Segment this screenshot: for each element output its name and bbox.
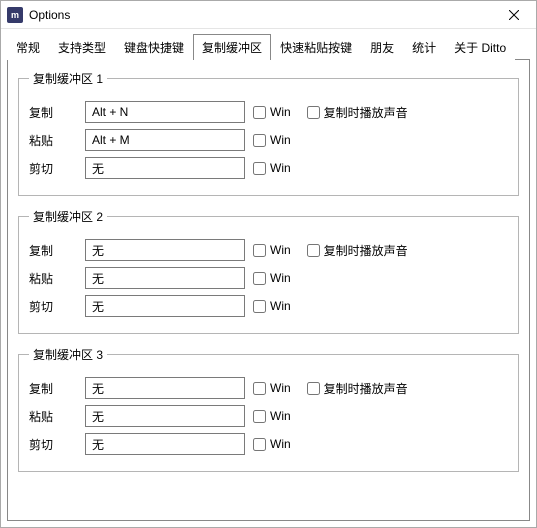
win-label: Win <box>270 381 291 395</box>
copy-buffer-group-1: 复制缓冲区 1 复制 Win 复制时播放声音粘贴 Win 剪切 Win <box>18 70 519 196</box>
paste-win-checkbox[interactable] <box>253 272 266 285</box>
copy-buffer-group-3: 复制缓冲区 3 复制 Win 复制时播放声音粘贴 Win 剪切 Win <box>18 346 519 472</box>
cut-win-checkbox[interactable] <box>253 300 266 313</box>
cut-win-checkbox[interactable] <box>253 162 266 175</box>
cut-label: 剪切 <box>29 298 77 315</box>
paste-win-checkbox-wrap[interactable]: Win <box>253 271 291 285</box>
row-paste: 粘贴 Win <box>29 405 508 427</box>
copy-hotkey-input[interactable] <box>85 377 245 399</box>
tab-7[interactable]: 关于 Ditto <box>445 34 515 60</box>
play-sound-label: 复制时播放声音 <box>324 380 408 397</box>
win-label: Win <box>270 133 291 147</box>
copy-win-checkbox-wrap[interactable]: Win <box>253 243 291 257</box>
tab-0[interactable]: 常规 <box>7 34 49 60</box>
paste-win-checkbox-wrap[interactable]: Win <box>253 409 291 423</box>
win-label: Win <box>270 409 291 423</box>
titlebar: m Options <box>1 1 536 29</box>
group-legend: 复制缓冲区 3 <box>29 346 107 363</box>
app-icon: m <box>7 7 23 23</box>
win-label: Win <box>270 271 291 285</box>
copy-buffer-group-2: 复制缓冲区 2 复制 Win 复制时播放声音粘贴 Win 剪切 Win <box>18 208 519 334</box>
row-cut: 剪切 Win <box>29 157 508 179</box>
win-label: Win <box>270 161 291 175</box>
tab-3[interactable]: 复制缓冲区 <box>193 34 271 60</box>
copy-hotkey-input[interactable] <box>85 239 245 261</box>
play-sound-checkbox[interactable] <box>307 382 320 395</box>
row-copy: 复制 Win 复制时播放声音 <box>29 377 508 399</box>
win-label: Win <box>270 437 291 451</box>
copy-label: 复制 <box>29 242 77 259</box>
play-sound-label: 复制时播放声音 <box>324 242 408 259</box>
copy-label: 复制 <box>29 380 77 397</box>
copy-label: 复制 <box>29 104 77 121</box>
close-icon <box>509 10 519 20</box>
play-sound-label: 复制时播放声音 <box>324 104 408 121</box>
cut-label: 剪切 <box>29 436 77 453</box>
row-paste: 粘贴 Win <box>29 267 508 289</box>
tab-1[interactable]: 支持类型 <box>49 34 115 60</box>
close-button[interactable] <box>498 5 530 25</box>
copy-hotkey-input[interactable] <box>85 101 245 123</box>
paste-hotkey-input[interactable] <box>85 129 245 151</box>
play-sound-checkbox-wrap[interactable]: 复制时播放声音 <box>307 104 408 121</box>
tab-5[interactable]: 朋友 <box>361 34 403 60</box>
cut-win-checkbox[interactable] <box>253 438 266 451</box>
play-sound-checkbox-wrap[interactable]: 复制时播放声音 <box>307 242 408 259</box>
win-label: Win <box>270 105 291 119</box>
copy-win-checkbox-wrap[interactable]: Win <box>253 381 291 395</box>
paste-win-checkbox-wrap[interactable]: Win <box>253 133 291 147</box>
window-title: Options <box>29 8 498 22</box>
tab-2[interactable]: 键盘快捷键 <box>115 34 193 60</box>
paste-win-checkbox[interactable] <box>253 410 266 423</box>
play-sound-checkbox[interactable] <box>307 106 320 119</box>
row-copy: 复制 Win 复制时播放声音 <box>29 239 508 261</box>
paste-label: 粘贴 <box>29 132 77 149</box>
paste-hotkey-input[interactable] <box>85 267 245 289</box>
cut-hotkey-input[interactable] <box>85 295 245 317</box>
paste-win-checkbox[interactable] <box>253 134 266 147</box>
paste-hotkey-input[interactable] <box>85 405 245 427</box>
tab-panel-copy-buffers: 复制缓冲区 1复制Win复制时播放声音粘贴Win剪切Win复制缓冲区 2复制Wi… <box>7 59 530 521</box>
win-label: Win <box>270 299 291 313</box>
row-copy: 复制 Win 复制时播放声音 <box>29 101 508 123</box>
copy-win-checkbox[interactable] <box>253 382 266 395</box>
cut-win-checkbox-wrap[interactable]: Win <box>253 299 291 313</box>
group-legend: 复制缓冲区 2 <box>29 208 107 225</box>
row-cut: 剪切 Win <box>29 295 508 317</box>
cut-hotkey-input[interactable] <box>85 433 245 455</box>
cut-hotkey-input[interactable] <box>85 157 245 179</box>
paste-label: 粘贴 <box>29 408 77 425</box>
paste-label: 粘贴 <box>29 270 77 287</box>
win-label: Win <box>270 243 291 257</box>
copy-win-checkbox[interactable] <box>253 106 266 119</box>
copy-win-checkbox-wrap[interactable]: Win <box>253 105 291 119</box>
cut-win-checkbox-wrap[interactable]: Win <box>253 437 291 451</box>
row-paste: 粘贴 Win <box>29 129 508 151</box>
play-sound-checkbox[interactable] <box>307 244 320 257</box>
tab-strip: 常规支持类型键盘快捷键复制缓冲区快速粘贴按键朋友统计关于 Ditto <box>1 29 536 59</box>
cut-win-checkbox-wrap[interactable]: Win <box>253 161 291 175</box>
group-legend: 复制缓冲区 1 <box>29 70 107 87</box>
tab-6[interactable]: 统计 <box>403 34 445 60</box>
play-sound-checkbox-wrap[interactable]: 复制时播放声音 <box>307 380 408 397</box>
row-cut: 剪切 Win <box>29 433 508 455</box>
copy-win-checkbox[interactable] <box>253 244 266 257</box>
tab-4[interactable]: 快速粘贴按键 <box>271 34 361 60</box>
cut-label: 剪切 <box>29 160 77 177</box>
